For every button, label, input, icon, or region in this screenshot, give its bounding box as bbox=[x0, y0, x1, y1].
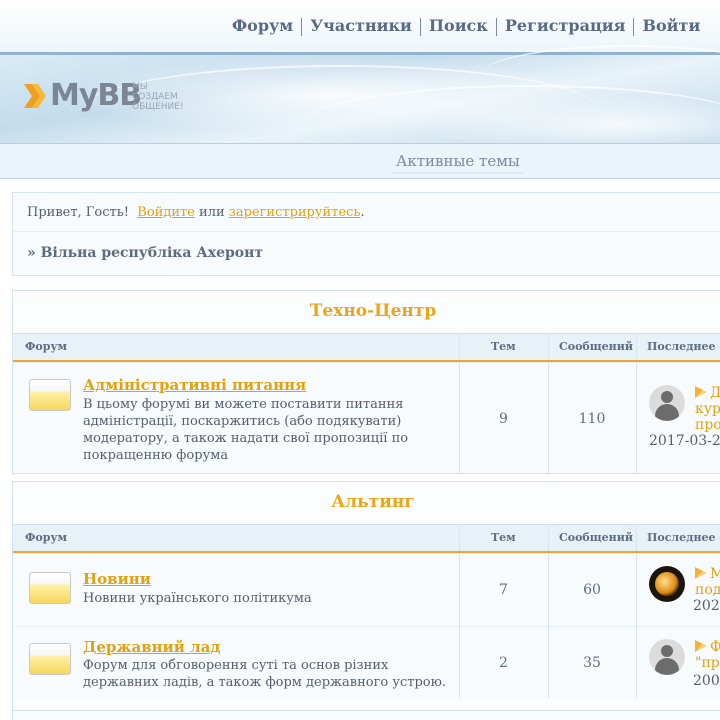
nav-members-link[interactable]: Участники bbox=[302, 16, 420, 35]
forum-link[interactable]: Державний лад bbox=[83, 638, 220, 656]
column-divider bbox=[548, 334, 549, 360]
forum-status-icon bbox=[29, 572, 71, 604]
guest-divider bbox=[13, 231, 720, 232]
last-post-date: 2017-03-23 bbox=[649, 433, 720, 449]
user-avatar[interactable] bbox=[649, 385, 685, 421]
active-topics-link[interactable]: Активные темы bbox=[393, 152, 523, 174]
column-divider bbox=[636, 334, 637, 360]
column-divider bbox=[636, 554, 637, 626]
login-link[interactable]: Войдите bbox=[137, 205, 195, 220]
greeting-text: Привет, Гость! bbox=[27, 205, 130, 220]
last-post-link[interactable]: Д кур про bbox=[695, 385, 720, 433]
go-to-post-icon bbox=[695, 567, 707, 579]
or-text: или bbox=[199, 205, 225, 220]
column-header: Форум Тем Сообщений Последнее сообщение bbox=[13, 333, 720, 362]
last-post-title: Ф bbox=[710, 639, 720, 655]
column-last-post: Последнее сообщение bbox=[647, 340, 720, 353]
column-last-post: Последнее сообщение bbox=[647, 531, 720, 544]
posts-count: 110 bbox=[578, 411, 606, 427]
forum-link[interactable]: Адміністративні питання bbox=[83, 376, 306, 394]
last-post-title-cont: поді bbox=[695, 582, 720, 598]
forum-row: Державний лад Форум для обговорення суті… bbox=[13, 626, 720, 699]
logo-text: MyBB bbox=[50, 78, 142, 113]
category-althing: Альтинг Форум Тем Сообщений Последнее со… bbox=[12, 481, 720, 720]
forum-description: В цьому форумі ви можете поставити питан… bbox=[83, 397, 409, 463]
sub-navigation: Активные темы bbox=[0, 143, 720, 179]
last-post-date: 2007 bbox=[693, 673, 720, 689]
column-posts: Сообщений bbox=[559, 531, 634, 544]
forum-row: Адміністративні питання В цьому форумі в… bbox=[13, 362, 720, 473]
guest-greeting: Привет, Гость! Войдите или зарегистрируй… bbox=[27, 205, 365, 220]
posts-count: 35 bbox=[583, 655, 601, 671]
go-to-post-icon bbox=[695, 386, 707, 398]
category-title[interactable]: Техно-Центр bbox=[13, 291, 720, 333]
last-post-title-cont: "про bbox=[695, 655, 720, 671]
last-post-title-cont: про bbox=[695, 417, 720, 433]
period-text: . bbox=[360, 205, 365, 220]
column-forum: Форум bbox=[25, 340, 68, 353]
nav-links: Форум Участники Поиск Регистрация Войти bbox=[224, 16, 708, 36]
column-threads: Тем bbox=[491, 340, 516, 353]
logo-chevron-icon bbox=[24, 84, 46, 108]
column-divider bbox=[548, 525, 549, 551]
user-avatar[interactable] bbox=[649, 566, 685, 602]
threads-count: 7 bbox=[499, 582, 508, 598]
column-header: Форум Тем Сообщений Последнее сообщение bbox=[13, 524, 720, 553]
top-navigation: Форум Участники Поиск Регистрация Войти bbox=[0, 0, 720, 52]
threads-count: 9 bbox=[499, 411, 508, 427]
forum-link[interactable]: Новини bbox=[83, 570, 151, 588]
posts-count: 60 bbox=[583, 582, 601, 598]
last-post-link[interactable]: М поді bbox=[695, 566, 720, 598]
breadcrumb[interactable]: » Вільна республіка Ахеронт bbox=[27, 245, 263, 261]
guest-panel: Привет, Гость! Войдите или зарегистрируй… bbox=[12, 192, 720, 276]
forum-description: Новини українського політикума bbox=[83, 591, 312, 606]
forum-row: Новини Новини українського політикума 7 … bbox=[13, 553, 720, 626]
category-techno-center: Техно-Центр Форум Тем Сообщений Последне… bbox=[12, 290, 720, 474]
column-divider bbox=[636, 627, 637, 699]
nav-forum-link[interactable]: Форум bbox=[224, 16, 301, 35]
last-post-title-cont: кур bbox=[695, 401, 720, 417]
logo-slogan-line: ОБЩЕНИЕ! bbox=[132, 102, 184, 112]
category-title[interactable]: Альтинг bbox=[13, 482, 720, 524]
go-to-post-icon bbox=[695, 640, 707, 652]
last-post-link[interactable]: Ф "про bbox=[695, 639, 720, 671]
register-link[interactable]: зарегистрируйтесь bbox=[229, 205, 361, 220]
forum-status-icon bbox=[29, 379, 71, 411]
last-post-title: Д bbox=[710, 385, 720, 401]
page: Форум Участники Поиск Регистрация Войти MyBB… bbox=[0, 0, 720, 720]
nav-register-link[interactable]: Регистрация bbox=[497, 16, 634, 35]
forum-description: Форум для обговорення суті та основ різн… bbox=[83, 658, 447, 690]
forum-status-icon bbox=[29, 643, 71, 675]
column-divider bbox=[459, 334, 460, 360]
logo-slogan: МЫ СОЗДАЕМ ОБЩЕНИЕ! bbox=[132, 82, 184, 112]
column-threads: Тем bbox=[491, 531, 516, 544]
column-divider bbox=[459, 525, 460, 551]
column-divider bbox=[636, 525, 637, 551]
last-post-title: М bbox=[710, 566, 720, 582]
next-category-edge bbox=[12, 710, 720, 720]
logo-slogan-line: МЫ bbox=[132, 82, 148, 92]
threads-count: 2 bbox=[499, 655, 508, 671]
column-divider bbox=[636, 363, 637, 473]
user-avatar[interactable] bbox=[649, 639, 685, 675]
column-forum: Форум bbox=[25, 531, 68, 544]
nav-login-link[interactable]: Войти bbox=[634, 16, 708, 35]
logo-slogan-line: СОЗДАЕМ bbox=[132, 92, 178, 102]
last-post-date: 2021 bbox=[693, 598, 720, 614]
nav-search-link[interactable]: Поиск bbox=[421, 16, 496, 35]
column-posts: Сообщений bbox=[559, 340, 634, 353]
